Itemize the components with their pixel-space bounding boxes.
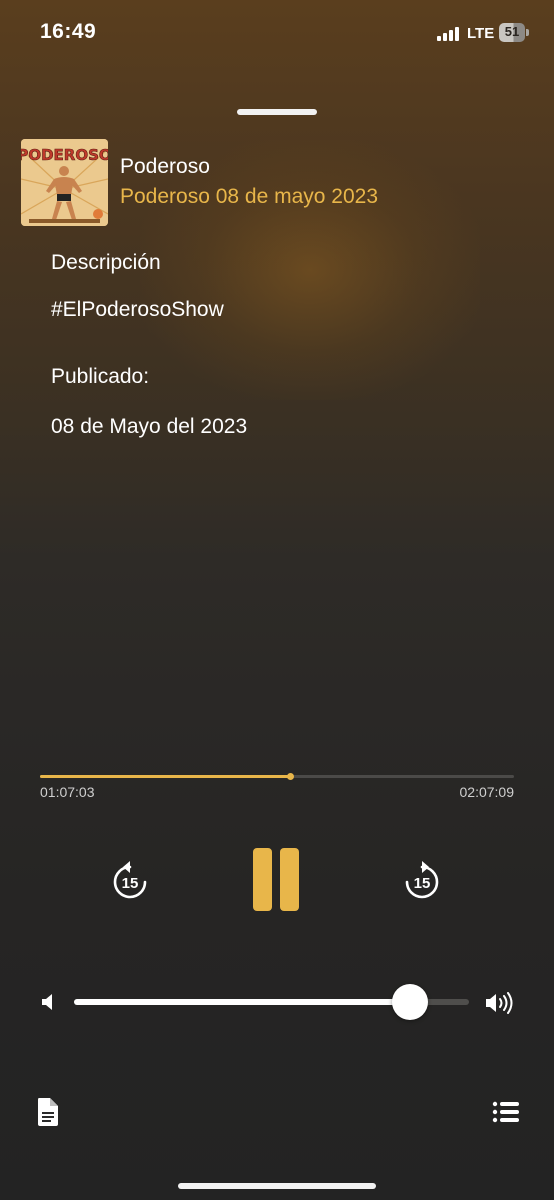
document-icon xyxy=(38,1098,58,1126)
skip-forward-button[interactable]: 15 xyxy=(403,860,441,900)
battery-percentage: 51 xyxy=(504,24,520,39)
transcript-button[interactable] xyxy=(36,1097,60,1127)
playback-scrubber[interactable] xyxy=(40,773,514,780)
skip-back-button[interactable]: 15 xyxy=(111,860,149,900)
battery-icon: 51 xyxy=(499,23,529,42)
rotate-back-15-icon: 15 xyxy=(113,861,147,899)
playback-scrubber-handle[interactable] xyxy=(286,773,294,780)
artwork-text: PODEROSO xyxy=(21,146,108,164)
svg-text:15: 15 xyxy=(414,875,431,892)
description-label: Descripción xyxy=(51,251,161,274)
speaker-high-icon xyxy=(484,989,514,1017)
speaker-low-icon xyxy=(40,991,56,1013)
cellular-signal-icon xyxy=(437,26,463,41)
playback-progress-fill xyxy=(40,775,290,778)
home-indicator[interactable] xyxy=(178,1183,376,1189)
total-duration: 02:07:09 xyxy=(459,784,515,800)
published-label: Publicado: xyxy=(51,365,150,388)
sheet-grabber[interactable] xyxy=(237,109,317,115)
published-date: 08 de Mayo del 2023 xyxy=(51,415,248,438)
status-bar: 16:49 LTE 51 xyxy=(0,0,554,66)
volume-level-fill xyxy=(74,999,410,1005)
svg-text:15: 15 xyxy=(122,875,139,892)
background-glow xyxy=(140,140,480,400)
volume-slider[interactable] xyxy=(74,984,469,1020)
rotate-forward-15-icon: 15 xyxy=(405,861,439,899)
network-type: LTE xyxy=(467,25,495,42)
pause-button[interactable] xyxy=(251,848,301,912)
pause-icon xyxy=(253,848,272,911)
description-text: #ElPoderosoShow xyxy=(51,298,224,321)
podcast-name[interactable]: Poderoso xyxy=(120,155,210,179)
podcast-artwork: PODEROSO xyxy=(21,139,108,226)
volume-slider-handle[interactable] xyxy=(391,984,428,1020)
queue-button[interactable] xyxy=(492,1100,520,1124)
episode-title[interactable]: Poderoso 08 de mayo 2023 xyxy=(120,185,378,209)
list-icon xyxy=(492,1101,519,1123)
elapsed-time: 01:07:03 xyxy=(40,784,95,800)
status-time: 16:49 xyxy=(40,20,97,43)
